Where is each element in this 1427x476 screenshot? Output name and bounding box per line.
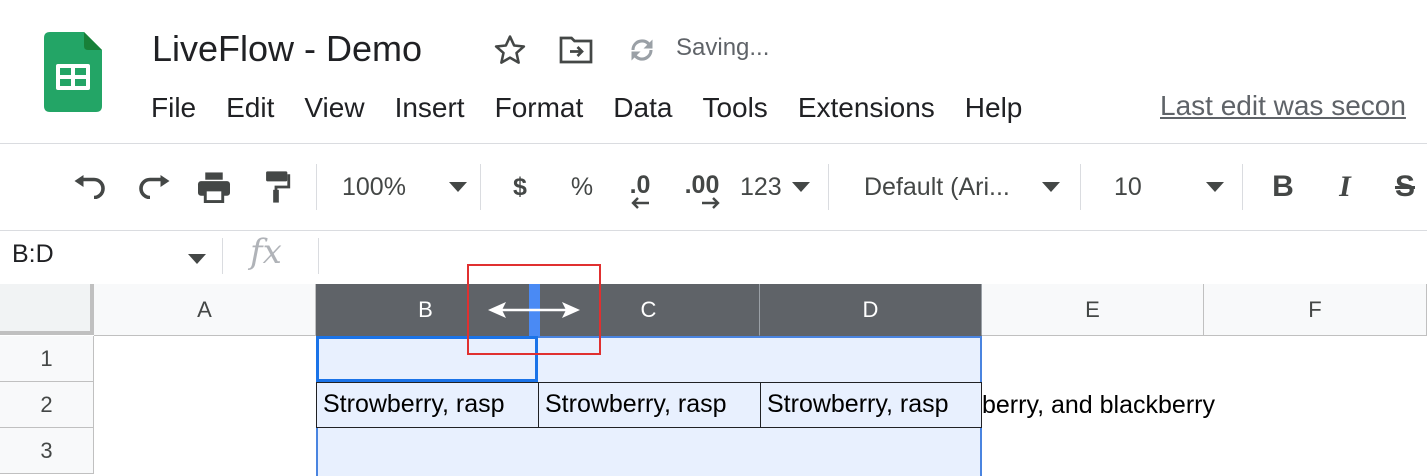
- strikethrough-button[interactable]: S: [1388, 144, 1422, 230]
- paint-format-icon[interactable]: [256, 144, 296, 230]
- last-edit-link[interactable]: Last edit was secon: [1160, 90, 1406, 122]
- select-all-corner[interactable]: [0, 284, 94, 335]
- chevron-down-icon[interactable]: [188, 254, 206, 264]
- cell-c2[interactable]: Strowberry, rasp: [538, 382, 761, 428]
- menu-insert[interactable]: Insert: [380, 88, 480, 128]
- saving-status: Saving...: [676, 34, 770, 61]
- font-family-select[interactable]: Default (Ari...: [864, 144, 1060, 230]
- toolbar: 100% $ % .0 .00 123 Default (Ari... 10 B…: [0, 144, 1427, 230]
- highlight-annotation-box: [467, 264, 601, 355]
- move-folder-icon[interactable]: [556, 30, 596, 70]
- toolbar-separator: [828, 164, 829, 210]
- row-header-2[interactable]: 2: [0, 382, 94, 428]
- percent-format-button[interactable]: %: [566, 144, 598, 230]
- row-header-3[interactable]: 3: [0, 428, 94, 474]
- column-header-d[interactable]: D: [760, 284, 982, 336]
- name-box[interactable]: B:D: [12, 240, 54, 269]
- menu-data[interactable]: Data: [598, 88, 687, 128]
- arrow-right-icon: [702, 197, 720, 209]
- sheets-logo-icon[interactable]: [44, 32, 102, 112]
- menu-edit[interactable]: Edit: [211, 88, 289, 128]
- undo-icon[interactable]: [70, 144, 112, 230]
- currency-format-button[interactable]: $: [504, 144, 536, 230]
- redo-icon[interactable]: [132, 144, 174, 230]
- zoom-value: 100%: [342, 172, 406, 201]
- column-header-e[interactable]: E: [982, 284, 1204, 336]
- menu-bar: File Edit View Insert Format Data Tools …: [136, 88, 1037, 128]
- more-formats-button[interactable]: 123: [740, 144, 810, 230]
- toolbar-separator: [480, 164, 481, 210]
- decrease-decimal-button[interactable]: .0: [618, 144, 662, 230]
- sync-icon: [622, 30, 662, 70]
- formula-bar-separator: [318, 238, 319, 274]
- column-header-a[interactable]: A: [94, 284, 316, 336]
- column-header-f[interactable]: F: [1204, 284, 1427, 336]
- menu-help[interactable]: Help: [950, 88, 1038, 128]
- toolbar-separator: [1242, 164, 1243, 210]
- chevron-down-icon: [449, 182, 467, 192]
- cell-d2[interactable]: Strowberry, rasp: [760, 382, 982, 428]
- toolbar-separator: [1080, 164, 1081, 210]
- bold-button[interactable]: B: [1266, 144, 1300, 230]
- cell-b2[interactable]: Strowberry, rasp: [316, 382, 539, 428]
- menu-file[interactable]: File: [136, 88, 211, 128]
- increase-decimal-button[interactable]: .00: [680, 144, 724, 230]
- formula-bar-divider: [0, 230, 1427, 231]
- star-icon[interactable]: [490, 30, 530, 70]
- zoom-select[interactable]: 100%: [342, 144, 467, 230]
- menu-view[interactable]: View: [289, 88, 379, 128]
- formula-bar-separator: [222, 238, 223, 274]
- italic-button[interactable]: I: [1328, 144, 1362, 230]
- chevron-down-icon: [1206, 182, 1224, 192]
- menu-format[interactable]: Format: [480, 88, 599, 128]
- spreadsheet-grid: A B C D E F 1 2 3 Strowberry, rasp Strow…: [0, 264, 1427, 476]
- arrow-left-icon: [631, 197, 649, 209]
- font-size-select[interactable]: 10: [1114, 144, 1224, 230]
- menu-extensions[interactable]: Extensions: [783, 88, 950, 128]
- document-title[interactable]: LiveFlow - Demo: [152, 28, 422, 70]
- fx-icon: fx: [250, 232, 282, 272]
- row-header-1[interactable]: 1: [0, 336, 94, 382]
- chevron-down-icon: [1042, 182, 1060, 192]
- chevron-down-icon: [792, 182, 810, 192]
- print-icon[interactable]: [192, 144, 236, 230]
- menu-tools[interactable]: Tools: [687, 88, 782, 128]
- cell-d2-overflow-text: berry, and blackberry: [982, 391, 1215, 419]
- toolbar-separator: [316, 164, 317, 210]
